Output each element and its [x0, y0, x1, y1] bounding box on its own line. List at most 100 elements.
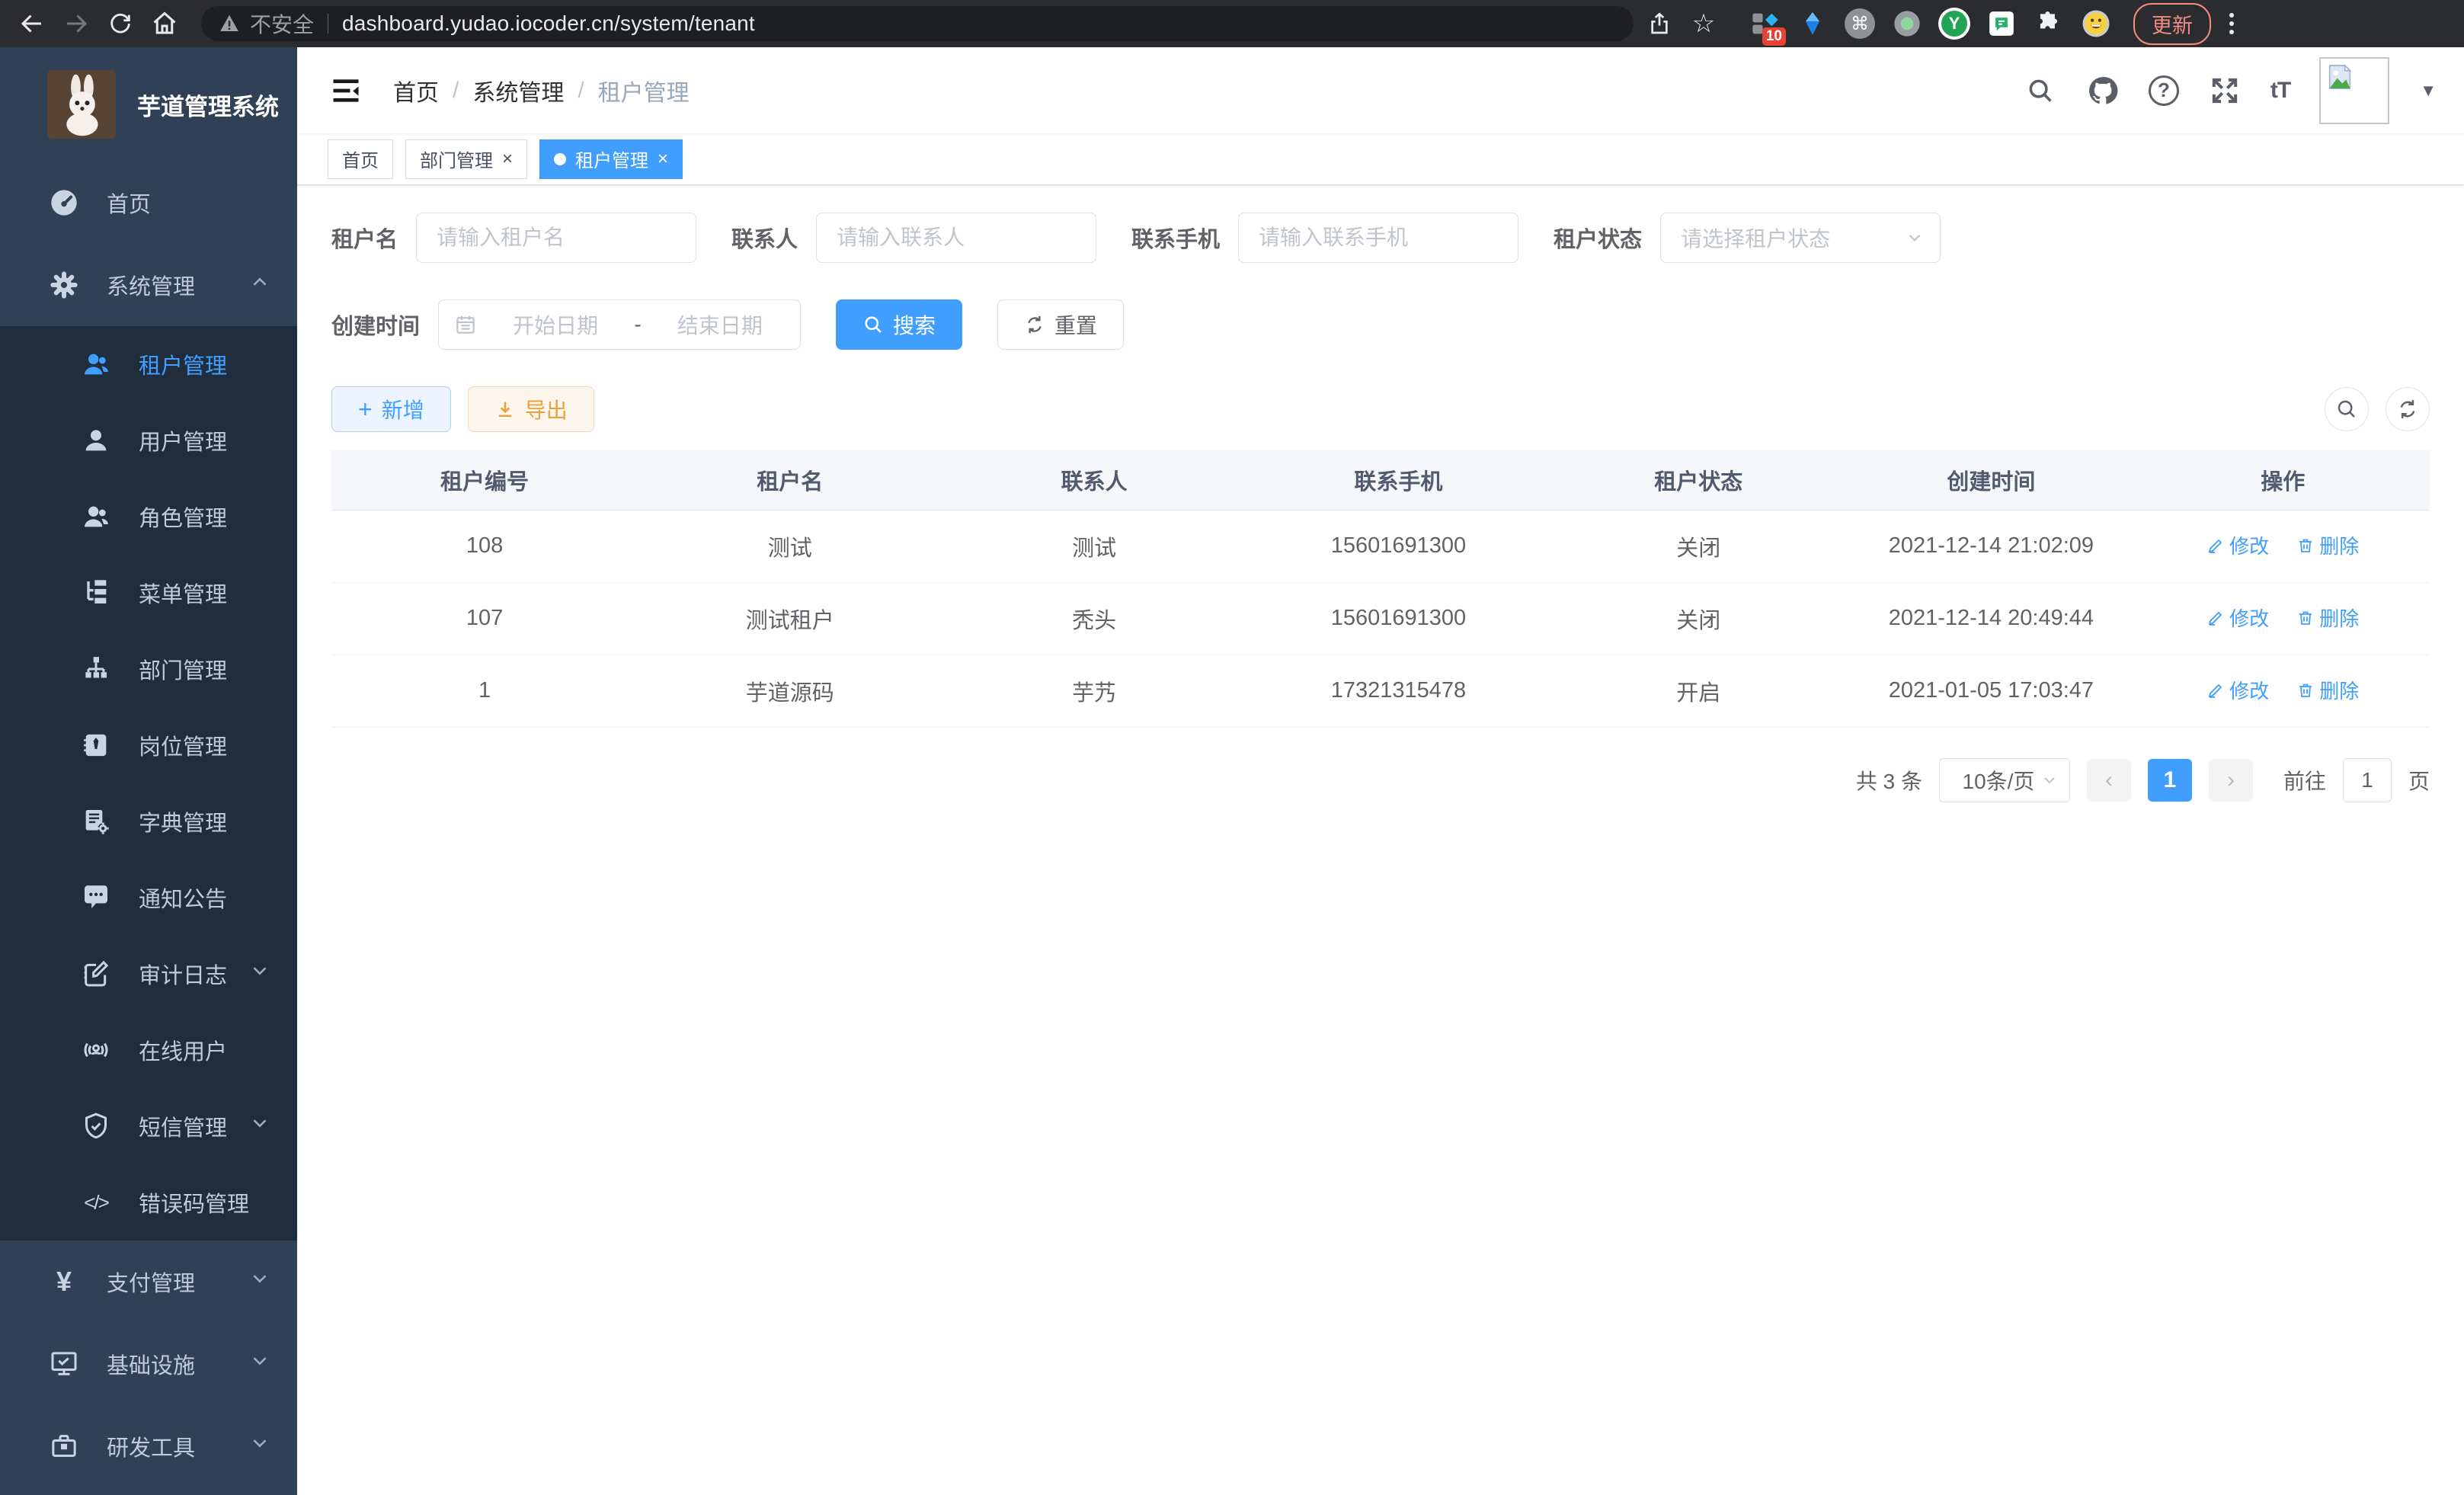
search-button[interactable]: 搜索: [836, 299, 962, 350]
table-row: 1 芋道源码 芋艿 17321315478 开启 2021-01-05 17:0…: [331, 655, 2430, 727]
cell-contact: 测试: [942, 510, 1246, 582]
extension-tabs-icon[interactable]: 10: [1749, 8, 1781, 40]
close-icon[interactable]: ×: [658, 149, 668, 170]
show-search-toggle-button[interactable]: [2325, 387, 2369, 431]
export-button[interactable]: 导出: [468, 386, 594, 432]
cell-mobile: 15601691300: [1246, 510, 1550, 582]
sidebar-logo-row[interactable]: 芋道管理系统: [0, 47, 297, 162]
browser-forward-button[interactable]: [58, 5, 94, 42]
browser-back-button[interactable]: [14, 5, 50, 42]
sidebar-item-dict[interactable]: 字典管理: [0, 783, 297, 860]
sidebar-item-dept[interactable]: 部门管理: [0, 631, 297, 707]
fullscreen-button[interactable]: [2208, 74, 2242, 107]
share-icon: [1647, 11, 1672, 36]
address-bar[interactable]: 不安全 dashboard.yudao.iocoder.cn/system/te…: [201, 6, 1634, 41]
chevron-down-icon: [248, 1432, 271, 1461]
security-status-label[interactable]: 不安全: [250, 8, 314, 39]
sidebar-item-system[interactable]: 系统管理: [0, 244, 297, 326]
extensions-puzzle-button[interactable]: [2033, 8, 2065, 40]
help-button[interactable]: ?: [2149, 75, 2179, 106]
font-size-button[interactable]: tT: [2270, 78, 2290, 104]
delete-link[interactable]: 删除: [2296, 676, 2359, 704]
sidebar-item-tenant[interactable]: 租户管理: [0, 326, 297, 402]
edit-link[interactable]: 修改: [2206, 676, 2269, 704]
sidebar-item-role[interactable]: 角色管理: [0, 479, 297, 555]
sidebar-item-user[interactable]: 用户管理: [0, 402, 297, 479]
browser-menu-button[interactable]: [2229, 13, 2234, 34]
sidebar-item-audit-log[interactable]: 审计日志: [0, 936, 297, 1012]
sidebar-item-sms[interactable]: 短信管理: [0, 1088, 297, 1164]
extension-chat-icon[interactable]: [1986, 8, 2018, 40]
tenant-users-icon: [79, 347, 113, 381]
browser-home-button[interactable]: [146, 5, 183, 42]
browser-reload-button[interactable]: [102, 5, 139, 42]
org-tree-icon: [79, 652, 113, 686]
page-number-button[interactable]: 1: [2148, 759, 2192, 802]
tag-home[interactable]: 首页: [328, 139, 393, 179]
reset-button[interactable]: 重置: [997, 299, 1124, 350]
bookmark-button[interactable]: ☆: [1685, 5, 1722, 42]
breadcrumb-home[interactable]: 首页: [393, 74, 439, 107]
header-search-button[interactable]: [2024, 74, 2057, 107]
page-size-select[interactable]: 10条/页: [1939, 758, 2070, 802]
delete-link[interactable]: 删除: [2296, 603, 2359, 632]
delete-link[interactable]: 删除: [2296, 531, 2359, 559]
sidebar-item-home[interactable]: 首页: [0, 162, 297, 244]
contact-input[interactable]: [816, 213, 1096, 263]
dashboard-icon: [47, 186, 81, 219]
prev-page-button[interactable]: ‹: [2087, 759, 2131, 802]
fullscreen-icon: [2210, 75, 2240, 106]
y-logo-icon: Y: [1938, 8, 1970, 40]
sidebar-item-error-code[interactable]: </> 错误码管理: [0, 1164, 297, 1240]
profile-avatar-button[interactable]: [2080, 8, 2112, 40]
avatar-caret-icon[interactable]: ▼: [2420, 81, 2437, 101]
pagination: 共 3 条 10条/页 ‹ 1 › 前往 页: [331, 758, 2430, 802]
cell-created: 2021-01-05 17:03:47: [1846, 655, 2136, 727]
extension-y-icon[interactable]: Y: [1938, 8, 1970, 40]
edit-link[interactable]: 修改: [2206, 603, 2269, 632]
start-date-placeholder[interactable]: 开始日期: [491, 309, 620, 340]
top-navbar: 首页 / 系统管理 / 租户管理 ? tT: [297, 47, 2464, 133]
cell-tenant-id: 1: [331, 655, 638, 727]
table-tools: [2325, 387, 2430, 431]
breadcrumb-system[interactable]: 系统管理: [472, 74, 564, 107]
browser-toolbar: 不安全 dashboard.yudao.iocoder.cn/system/te…: [0, 0, 2464, 47]
tag-dept[interactable]: 部门管理 ×: [405, 139, 527, 179]
edit-link[interactable]: 修改: [2206, 531, 2269, 559]
extension-command-icon[interactable]: ⌘: [1844, 8, 1876, 40]
page-url[interactable]: dashboard.yudao.iocoder.cn/system/tenant: [342, 11, 755, 36]
goto-page-input[interactable]: [2343, 758, 2392, 802]
sidebar-item-dev-tools[interactable]: 研发工具: [0, 1405, 297, 1487]
sidebar-item-pay[interactable]: ¥ 支付管理: [0, 1240, 297, 1323]
next-page-button[interactable]: ›: [2209, 759, 2253, 802]
github-link-button[interactable]: [2086, 74, 2120, 107]
tags-view-bar: 首页 部门管理 × 租户管理 ×: [297, 133, 2464, 185]
tenant-name-input[interactable]: [416, 213, 696, 263]
sidebar-item-post[interactable]: 岗位管理: [0, 707, 297, 783]
user-avatar[interactable]: [2319, 57, 2389, 124]
sidebar-item-notice[interactable]: 通知公告: [0, 860, 297, 936]
sidebar-item-online-users[interactable]: 在线用户: [0, 1012, 297, 1088]
status-select[interactable]: 请选择租户状态: [1660, 213, 1941, 263]
extension-record-icon[interactable]: [1891, 8, 1923, 40]
date-range-picker[interactable]: 开始日期 - 结束日期: [438, 299, 801, 350]
sidebar-item-infra[interactable]: 基础设施: [0, 1323, 297, 1405]
tag-tenant[interactable]: 租户管理 ×: [539, 139, 683, 179]
main-area: 首页 / 系统管理 / 租户管理 ? tT: [297, 47, 2464, 1495]
refresh-table-button[interactable]: [2386, 387, 2430, 431]
mobile-input[interactable]: [1238, 213, 1518, 263]
status-label: 租户状态: [1554, 222, 1642, 254]
end-date-placeholder[interactable]: 结束日期: [655, 309, 785, 340]
roles-users-icon: [79, 500, 113, 533]
sidebar-item-menu[interactable]: 菜单管理: [0, 555, 297, 631]
cell-created: 2021-12-14 21:02:09: [1846, 510, 2136, 582]
cell-status: 开启: [1550, 655, 1846, 727]
browser-update-button[interactable]: 更新: [2133, 3, 2211, 45]
share-button[interactable]: [1641, 5, 1678, 42]
online-user-icon: [79, 1033, 113, 1067]
sidebar-collapse-button[interactable]: [328, 72, 364, 109]
extension-kite-icon[interactable]: [1797, 8, 1829, 40]
command-icon: ⌘: [1845, 8, 1875, 39]
add-button[interactable]: + 新增: [331, 386, 451, 432]
close-icon[interactable]: ×: [502, 149, 513, 170]
